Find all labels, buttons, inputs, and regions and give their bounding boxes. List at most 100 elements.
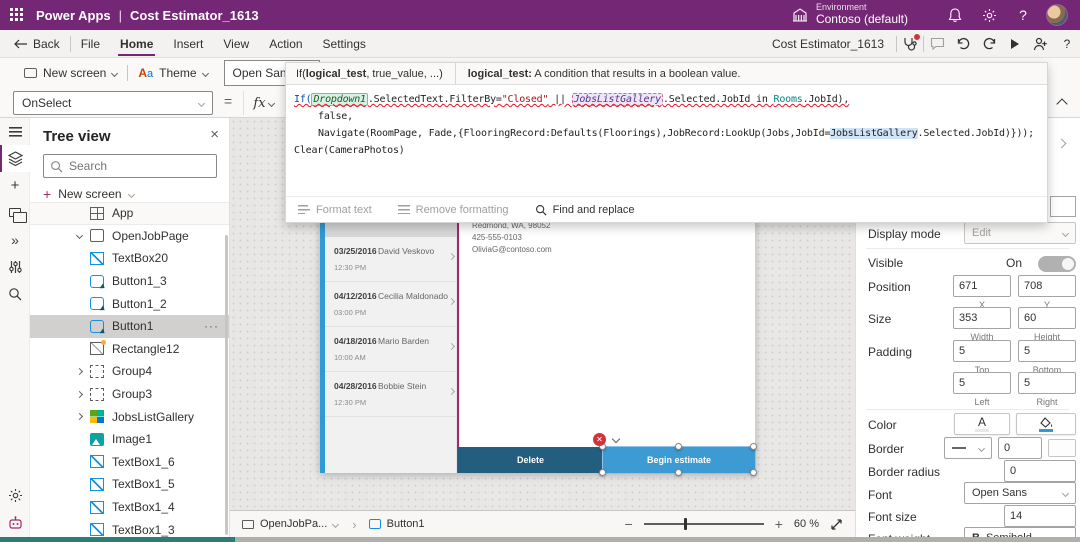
item-menu-dots[interactable]: ··· (204, 319, 219, 333)
tree-item[interactable]: Rectangle12 (30, 338, 229, 361)
formula-line-1[interactable]: If(Dropdown1.SelectedText.FilterBy="Clos… (294, 91, 1039, 108)
fit-to-window-icon[interactable] (830, 518, 843, 531)
screen-selector[interactable]: OpenJobPa... (230, 518, 348, 530)
formula-editor[interactable]: If(logical_test, true_value, ...) logica… (285, 62, 1048, 223)
help-menu-button[interactable]: ? (1054, 30, 1080, 58)
position-y-input[interactable] (1018, 275, 1076, 297)
font-color-button[interactable]: A (954, 413, 1010, 435)
padding-bottom-input[interactable] (1018, 340, 1076, 362)
gallery-selected-item[interactable] (325, 222, 457, 237)
error-badge[interactable]: ✕ (593, 433, 606, 446)
gallery-item[interactable]: 04/28/2016 Bobbie Stein 12:30 PM (325, 372, 457, 417)
menu-home[interactable]: Home (110, 30, 163, 58)
format-text-button[interactable]: Format text (298, 204, 372, 216)
help-button[interactable]: ? (1006, 0, 1040, 30)
zoom-slider-handle[interactable] (684, 518, 687, 530)
back-button[interactable]: Back (0, 37, 70, 51)
settings-button[interactable] (972, 0, 1006, 30)
undo-button[interactable] (950, 30, 976, 58)
rail-insert-button[interactable]: + (0, 172, 30, 199)
tree-item[interactable]: Image1 (30, 428, 229, 451)
selection-handle[interactable] (675, 469, 682, 476)
property-selector[interactable]: OnSelect (13, 91, 213, 115)
tree-item[interactable]: Group4 (30, 360, 229, 383)
zoom-out-button[interactable]: − (625, 516, 633, 532)
waffle-icon[interactable] (10, 8, 24, 22)
tree-item[interactable]: TextBox1_6 (30, 451, 229, 474)
rail-settings-button[interactable] (0, 482, 30, 509)
tree-item[interactable]: Group3 (30, 383, 229, 406)
tree-item[interactable]: TextBox1_5 (30, 473, 229, 496)
formula-line-2[interactable]: false, (294, 108, 1039, 125)
formula-code[interactable]: If(Dropdown1.SelectedText.FilterBy="Clos… (286, 85, 1047, 196)
border-color-swatch[interactable] (1048, 439, 1076, 457)
tree-item-app[interactable]: App (30, 202, 229, 225)
selection-handle[interactable] (675, 443, 682, 450)
selection-handle[interactable] (750, 443, 757, 450)
tree-new-screen-button[interactable]: + New screen (43, 184, 134, 204)
menu-file[interactable]: File (71, 30, 110, 58)
tree-item-selected[interactable]: Button1 ··· (30, 315, 229, 338)
tree-item[interactable]: Button1_2 (30, 292, 229, 315)
visible-toggle[interactable] (1038, 256, 1076, 272)
display-mode-dropdown[interactable]: Edit (964, 222, 1076, 244)
gallery-item[interactable]: 03/25/2016 David Veskovo 12:30 PM (325, 237, 457, 282)
padding-top-input[interactable] (953, 340, 1011, 362)
border-style-dropdown[interactable] (944, 437, 992, 459)
chevron-right-icon[interactable] (72, 414, 86, 419)
rail-data-button[interactable] (0, 199, 30, 226)
environment-picker[interactable]: Environment Contoso (default) (792, 3, 908, 26)
menu-settings[interactable]: Settings (313, 30, 376, 58)
find-replace-button[interactable]: Find and replace (535, 204, 635, 216)
rail-rules-button[interactable]: » (0, 226, 30, 253)
theme-button[interactable]: Aa Theme (128, 66, 217, 80)
fx-button[interactable]: fx (243, 91, 283, 115)
notifications-button[interactable] (938, 0, 972, 30)
rail-tree-view-button[interactable] (0, 145, 30, 172)
rail-virtual-agents-button[interactable] (0, 509, 30, 536)
menu-action[interactable]: Action (259, 30, 312, 58)
border-width-input[interactable] (998, 437, 1042, 459)
share-button[interactable] (1028, 30, 1054, 58)
size-width-input[interactable] (953, 307, 1011, 329)
menu-view[interactable]: View (213, 30, 259, 58)
size-height-input[interactable] (1018, 307, 1076, 329)
padding-right-input[interactable] (1018, 372, 1076, 394)
formula-line-4[interactable]: Clear(CameraPhotos) (294, 142, 1039, 159)
border-radius-input[interactable] (1004, 460, 1076, 482)
rail-variables-button[interactable] (0, 253, 30, 280)
tree-item[interactable]: TextBox20 (30, 247, 229, 270)
gallery-item[interactable]: 04/18/2016 Mario Barden 10:00 AM (325, 327, 457, 372)
new-screen-button[interactable]: New screen (14, 66, 127, 80)
delete-button[interactable]: Delete (458, 447, 603, 473)
position-x-input[interactable] (953, 275, 1011, 297)
chevron-right-icon[interactable] (72, 369, 86, 374)
avatar[interactable] (1046, 4, 1068, 26)
selection-handle[interactable] (599, 469, 606, 476)
gallery-item[interactable]: 04/12/2016 Cecilia Maldonado 03:00 PM (325, 282, 457, 327)
selection-handle[interactable] (750, 469, 757, 476)
selected-control[interactable]: Button1 (361, 518, 433, 530)
tree-item-screen[interactable]: OpenJobPage (30, 225, 229, 248)
menu-insert[interactable]: Insert (163, 30, 213, 58)
tree-item[interactable]: TextBox1_4 (30, 496, 229, 519)
redo-button[interactable] (976, 30, 1002, 58)
collapse-rail-button[interactable] (0, 118, 30, 145)
font-dropdown[interactable]: Open Sans (964, 482, 1076, 504)
preview-button[interactable] (1002, 30, 1028, 58)
padding-left-input[interactable] (953, 372, 1011, 394)
remove-formatting-button[interactable]: Remove formatting (398, 204, 509, 216)
rail-search-button[interactable] (0, 280, 30, 307)
chevron-right-icon[interactable] (1057, 139, 1067, 149)
chevron-right-icon[interactable] (72, 392, 86, 397)
partial-property-input[interactable] (1050, 196, 1076, 217)
tree-item[interactable]: JobsListGallery (30, 405, 229, 428)
tree-search[interactable] (43, 154, 217, 178)
chevron-down-icon[interactable] (72, 233, 86, 238)
close-icon[interactable]: × (210, 126, 219, 143)
zoom-in-button[interactable]: + (775, 516, 783, 532)
chevron-down-icon[interactable] (612, 435, 620, 443)
fill-color-button[interactable] (1016, 413, 1076, 435)
zoom-slider[interactable] (644, 523, 764, 525)
formula-line-3[interactable]: Navigate(RoomPage, Fade,{FlooringRecord:… (294, 125, 1039, 142)
